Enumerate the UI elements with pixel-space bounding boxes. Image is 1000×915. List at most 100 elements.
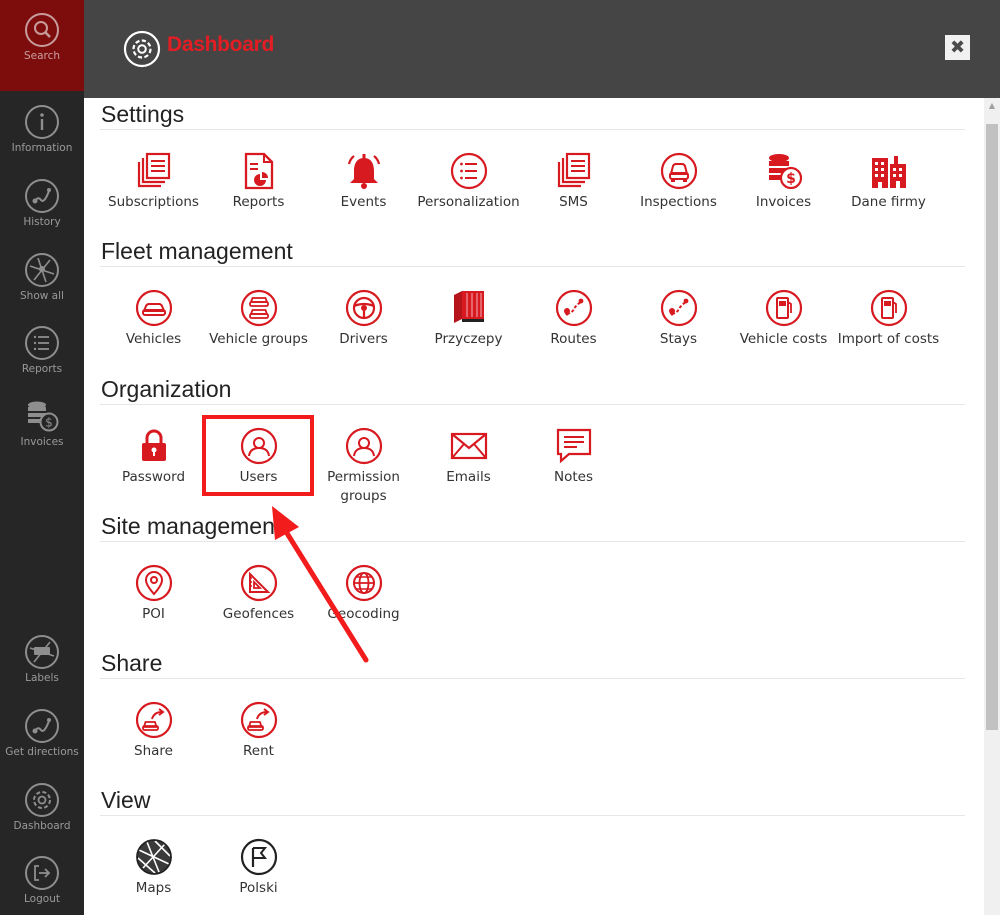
- sidebar-item-search[interactable]: Search: [0, 0, 84, 91]
- tile-subscriptions[interactable]: Subscriptions: [101, 152, 206, 212]
- section-divider: [100, 815, 965, 816]
- sidebar-item-get-directions[interactable]: Get directions: [0, 708, 84, 782]
- documents-icon: [137, 152, 170, 188]
- envelope-icon: [450, 432, 487, 460]
- tile-poi[interactable]: POI: [101, 564, 206, 624]
- tile-label: Dane firmy: [851, 194, 926, 210]
- tile-trailers[interactable]: Przyczepy: [416, 289, 521, 349]
- tile-share[interactable]: Share: [101, 701, 206, 761]
- sidebar-item-label: Information: [11, 142, 73, 154]
- documents-icon: [557, 152, 590, 188]
- sidebar-item-show-all[interactable]: Show all: [0, 252, 84, 326]
- sidebar-item-label: Labels: [25, 672, 59, 684]
- tile-personalization[interactable]: Personalization: [416, 152, 521, 212]
- tile-routes[interactable]: Routes: [521, 289, 626, 349]
- map-icon: [25, 253, 59, 287]
- tile-company-data[interactable]: Dane firmy: [836, 152, 941, 212]
- tile-vehicle-costs[interactable]: Vehicle costs: [731, 289, 836, 349]
- map-label-icon: [25, 635, 59, 669]
- tile-label: Przyczepy: [434, 331, 503, 347]
- tile-label: Geofences: [222, 606, 295, 622]
- tile-language-polski[interactable]: Polski: [206, 838, 311, 898]
- coins-icon: $: [28, 401, 59, 432]
- sidebar-item-logout[interactable]: Logout: [0, 855, 84, 915]
- sidebar-item-history[interactable]: History: [0, 178, 84, 252]
- route-circle-icon: [660, 289, 697, 327]
- tile-vehicles[interactable]: Vehicles: [101, 289, 206, 349]
- tile-geofences[interactable]: Geofences: [206, 564, 311, 624]
- tile-label: Maps: [135, 880, 172, 896]
- tile-drivers[interactable]: Drivers: [311, 289, 416, 349]
- section-title-settings: Settings: [101, 101, 185, 127]
- scrollbar-thumb[interactable]: [986, 124, 998, 730]
- trailer-icon: [453, 291, 484, 323]
- set-square-icon: [240, 564, 277, 602]
- sidebar-item-information[interactable]: Information: [0, 104, 84, 178]
- tile-label: Notes: [554, 469, 593, 485]
- tile-label: Permission groups: [327, 469, 400, 504]
- tile-label: Inspections: [640, 194, 717, 210]
- tile-notes[interactable]: Notes: [521, 427, 626, 487]
- tile-label: Vehicles: [125, 331, 182, 347]
- section-divider: [100, 404, 965, 405]
- fuel-pump-icon: [765, 289, 802, 327]
- tile-permission-groups[interactable]: Permission groups: [311, 427, 416, 506]
- tile-vehicle-groups[interactable]: Vehicle groups: [206, 289, 311, 349]
- sidebar-item-labels[interactable]: Labels: [0, 634, 84, 708]
- sidebar: Search Information History Show all Repo…: [0, 0, 84, 915]
- tile-import-of-costs[interactable]: Import of costs: [836, 289, 941, 349]
- tile-rent[interactable]: Rent: [206, 701, 311, 761]
- fuel-pump-icon: [870, 289, 907, 327]
- gear-icon: [25, 783, 59, 817]
- section-title-view: View: [101, 787, 151, 813]
- section-title-organization: Organization: [101, 376, 232, 402]
- user-circle-icon: [345, 427, 382, 465]
- section-title-share: Share: [101, 650, 163, 676]
- close-button[interactable]: ✖: [945, 35, 970, 60]
- tile-geocoding[interactable]: Geocoding: [311, 564, 416, 624]
- header: Dashboard ✖: [84, 0, 1000, 98]
- tile-password[interactable]: Password: [101, 427, 206, 487]
- tile-label: Vehicle groups: [209, 331, 308, 347]
- gear-icon: [123, 30, 161, 68]
- info-icon: [25, 105, 59, 139]
- section-divider: [100, 266, 965, 267]
- tile-label: Invoices: [755, 194, 812, 210]
- report-chart-icon: [244, 152, 273, 190]
- scroll-up-arrow-icon[interactable]: ▲: [984, 98, 1000, 114]
- padlock-icon: [141, 429, 166, 461]
- history-route-icon: [25, 179, 59, 213]
- buildings-icon: [871, 156, 906, 188]
- sidebar-item-label: Get directions: [5, 746, 79, 758]
- sidebar-item-invoices[interactable]: $ Invoices: [0, 398, 84, 472]
- car-front-circle-icon: [660, 152, 697, 190]
- tile-label: Vehicle costs: [739, 331, 828, 347]
- alarm-bell-icon: [347, 154, 380, 189]
- svg-text:$: $: [45, 416, 53, 430]
- tile-label: SMS: [559, 194, 588, 210]
- tile-invoices[interactable]: $ Invoices: [731, 152, 836, 212]
- route-circle-icon: [555, 289, 592, 327]
- tile-events[interactable]: Events: [311, 152, 416, 212]
- sidebar-item-reports[interactable]: Reports: [0, 325, 84, 399]
- tile-maps[interactable]: Maps: [101, 838, 206, 898]
- dashboard-content: Settings Subscriptions Reports Events Pe…: [84, 98, 984, 915]
- flag-circle-icon: [240, 838, 277, 876]
- tile-stays[interactable]: Stays: [626, 289, 731, 349]
- tile-label: Password: [121, 469, 186, 485]
- list-icon: [25, 326, 59, 360]
- section-title-site-management: Site management: [101, 513, 282, 539]
- tile-emails[interactable]: Emails: [416, 427, 521, 487]
- sidebar-item-label: Dashboard: [13, 820, 71, 832]
- tile-sms[interactable]: SMS: [521, 152, 626, 212]
- tile-label: Routes: [550, 331, 597, 347]
- note-bubble-icon: [556, 428, 591, 464]
- vertical-scrollbar[interactable]: ▲: [984, 98, 1000, 915]
- page-title: Dashboard: [167, 33, 274, 56]
- section-title-fleet-management: Fleet management: [101, 238, 293, 264]
- tile-reports[interactable]: Reports: [206, 152, 311, 212]
- sidebar-item-dashboard[interactable]: Dashboard: [0, 782, 84, 856]
- tile-inspections[interactable]: Inspections: [626, 152, 731, 212]
- tile-label: Polski: [239, 880, 278, 896]
- tile-label: Share: [134, 743, 173, 759]
